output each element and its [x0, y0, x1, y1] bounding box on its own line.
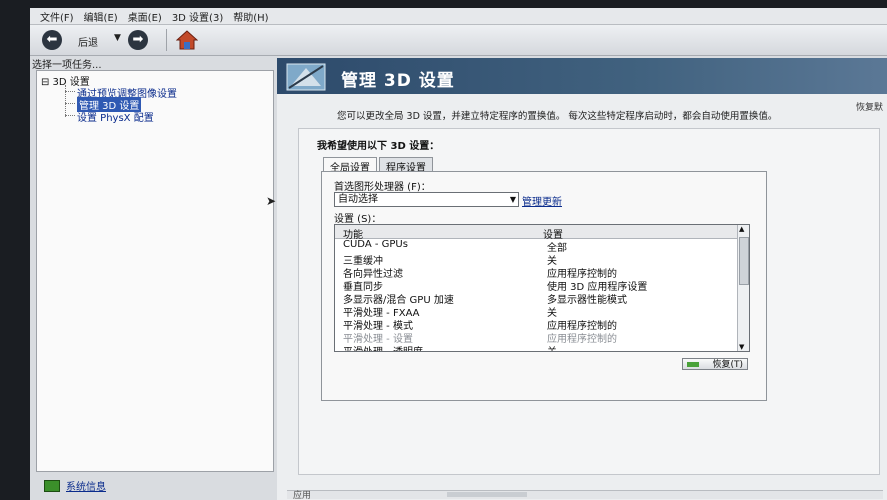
table-row[interactable]: 多显示器/混合 GPU 加速 多显示器性能模式 [335, 291, 737, 306]
settings-label: 设置 (S)： [334, 214, 382, 225]
tree-connector [65, 115, 75, 116]
toolbar-separator [166, 29, 167, 51]
task-tree: ⊟ 3D 设置 通过预览调整图像设置 管理 3D 设置 设置 PhysX 配置 [36, 70, 274, 472]
panel-title: 我希望使用以下 3D 设置： [317, 141, 440, 152]
page-title: 管理 3D 设置 [341, 71, 455, 91]
table-row[interactable]: 平滑处理 - 透明度 关 [335, 343, 737, 351]
tree-connector [65, 85, 66, 117]
nvidia-control-panel-window: 文件(F) 编辑(E) 桌面(E) 3D 设置(3) 帮助(H) ⬅ 后退 ▼ … [30, 8, 887, 500]
row-feature: CUDA - GPUs [343, 239, 408, 250]
restore-icon [687, 362, 699, 367]
table-header: 功能 设置 [335, 225, 737, 241]
system-info-icon [44, 479, 60, 492]
processor-label: 首选图形处理器 (F)： [334, 182, 431, 193]
table-row[interactable]: 垂直同步 使用 3D 应用程序设置 [335, 278, 737, 293]
tree-connector [65, 103, 75, 104]
row-feature: 平滑处理 - 透明度 [343, 343, 423, 351]
manage-updates-link[interactable]: 管理更新 [522, 193, 562, 208]
table-row[interactable]: 平滑处理 - FXAA 关 [335, 304, 737, 319]
back-button-label[interactable]: 后退 [78, 34, 98, 49]
tree-connector [65, 91, 75, 92]
menu-file[interactable]: 文件(F) [40, 9, 74, 24]
history-dropdown-icon[interactable]: ▼ [114, 33, 121, 43]
toolbar: ⬅ 后退 ▼ ➡ [30, 25, 887, 56]
restore-button[interactable]: 恢复(T) [682, 358, 748, 370]
table-scrollbar[interactable]: ▲ ▼ [737, 225, 749, 351]
table-row[interactable]: 平滑处理 - 设置 应用程序控制的 [335, 330, 737, 345]
chevron-down-icon: ▼ [509, 195, 516, 204]
scroll-thumb[interactable] [739, 237, 749, 285]
content-pane: 管理 3D 设置 恢复默 您可以更改全局 3D 设置，并建立特定程序的置换值。 … [277, 58, 887, 500]
horizontal-scrollbar[interactable] [287, 490, 883, 499]
3d-settings-logo-icon [286, 63, 326, 91]
home-icon[interactable] [176, 30, 198, 50]
forward-arrow-icon[interactable]: ➡ [128, 30, 148, 50]
table-row[interactable]: 三重缓冲 关 [335, 252, 737, 267]
processor-select-value: 自动选择 [338, 194, 378, 205]
table-row[interactable]: 平滑处理 - 模式 应用程序控制的 [335, 317, 737, 332]
menu-bar: 文件(F) 编辑(E) 桌面(E) 3D 设置(3) 帮助(H) [30, 8, 887, 25]
restore-button-label: 恢复(T) [712, 360, 743, 370]
processor-select[interactable]: 自动选择 ▼ [334, 192, 519, 207]
restore-defaults-link[interactable]: 恢复默 [856, 100, 883, 113]
menu-edit[interactable]: 编辑(E) [84, 9, 118, 24]
menu-desktop[interactable]: 桌面(E) [128, 9, 162, 24]
scroll-up-icon[interactable]: ▲ [739, 225, 744, 233]
menu-3d-settings[interactable]: 3D 设置(3) [172, 9, 223, 24]
settings-table: 功能 设置 CUDA - GPUs 全部 三重缓冲 关 各向异性过滤 应用程序控… [334, 224, 750, 352]
scroll-down-icon[interactable]: ▼ [739, 343, 744, 351]
mouse-cursor-icon: ➤ [266, 194, 277, 208]
tree-item-physx[interactable]: 设置 PhysX 配置 [77, 109, 154, 124]
task-pane-heading: 选择一项任务... [32, 60, 102, 71]
tab-content: 首选图形处理器 (F)： 自动选择 ▼ 管理更新 设置 (S)： 功能 设置 C… [321, 171, 767, 401]
system-info-link[interactable]: 系统信息 [44, 478, 106, 493]
apply-button-label[interactable]: 应用 [293, 488, 311, 500]
page-banner: 管理 3D 设置 [277, 58, 887, 94]
menu-help[interactable]: 帮助(H) [233, 9, 268, 24]
settings-panel: 我希望使用以下 3D 设置： 全局设置 程序设置 首选图形处理器 (F)： 自动… [298, 128, 880, 475]
horizontal-scroll-thumb[interactable] [447, 492, 527, 497]
back-arrow-icon[interactable]: ⬅ [42, 30, 62, 50]
row-value: 关 [547, 343, 557, 351]
page-description: 您可以更改全局 3D 设置，并建立特定程序的置换值。 每次这些特定程序启动时，都… [337, 111, 778, 122]
table-row[interactable]: 各向异性过滤 应用程序控制的 [335, 265, 737, 280]
table-row[interactable]: CUDA - GPUs 全部 [335, 239, 737, 254]
system-info-label[interactable]: 系统信息 [66, 478, 106, 493]
